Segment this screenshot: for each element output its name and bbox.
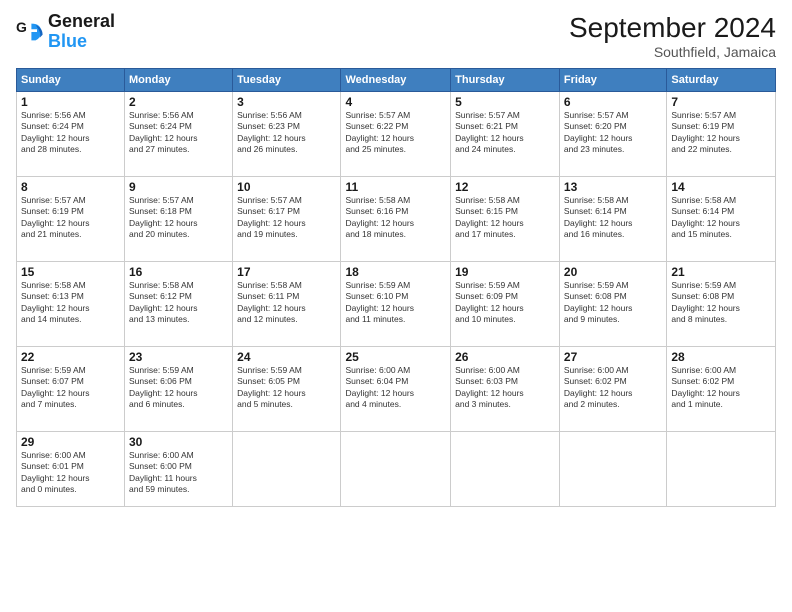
day-12: 12 Sunrise: 5:58 AMSunset: 6:15 PMDaylig…: [451, 177, 560, 262]
day-15: 15 Sunrise: 5:58 AMSunset: 6:13 PMDaylig…: [17, 262, 125, 347]
empty-cell-5: [667, 432, 776, 507]
day-28: 28 Sunrise: 6:00 AMSunset: 6:02 PMDaylig…: [667, 347, 776, 432]
day-24: 24 Sunrise: 5:59 AMSunset: 6:05 PMDaylig…: [233, 347, 341, 432]
day-2: 2 Sunrise: 5:56 AMSunset: 6:24 PMDayligh…: [125, 92, 233, 177]
week-row-5: 29 Sunrise: 6:00 AMSunset: 6:01 PMDaylig…: [17, 432, 776, 507]
week-row-1: 1 Sunrise: 5:56 AMSunset: 6:24 PMDayligh…: [17, 92, 776, 177]
col-thursday: Thursday: [451, 69, 560, 92]
day-23: 23 Sunrise: 5:59 AMSunset: 6:06 PMDaylig…: [125, 347, 233, 432]
day-22: 22 Sunrise: 5:59 AMSunset: 6:07 PMDaylig…: [17, 347, 125, 432]
title-block: September 2024 Southfield, Jamaica: [569, 12, 776, 60]
day-14: 14 Sunrise: 5:58 AMSunset: 6:14 PMDaylig…: [667, 177, 776, 262]
col-tuesday: Tuesday: [233, 69, 341, 92]
day-1: 1 Sunrise: 5:56 AMSunset: 6:24 PMDayligh…: [17, 92, 125, 177]
page: G General Blue September 2024 Southfield…: [0, 0, 792, 612]
col-wednesday: Wednesday: [341, 69, 451, 92]
day-8: 8 Sunrise: 5:57 AMSunset: 6:19 PMDayligh…: [17, 177, 125, 262]
col-sunday: Sunday: [17, 69, 125, 92]
day-20: 20 Sunrise: 5:59 AMSunset: 6:08 PMDaylig…: [559, 262, 666, 347]
day-27: 27 Sunrise: 6:00 AMSunset: 6:02 PMDaylig…: [559, 347, 666, 432]
week-row-4: 22 Sunrise: 5:59 AMSunset: 6:07 PMDaylig…: [17, 347, 776, 432]
day-6: 6 Sunrise: 5:57 AMSunset: 6:20 PMDayligh…: [559, 92, 666, 177]
day-3: 3 Sunrise: 5:56 AMSunset: 6:23 PMDayligh…: [233, 92, 341, 177]
svg-text:G: G: [16, 19, 27, 35]
day-4: 4 Sunrise: 5:57 AMSunset: 6:22 PMDayligh…: [341, 92, 451, 177]
empty-cell-2: [341, 432, 451, 507]
day-11: 11 Sunrise: 5:58 AMSunset: 6:16 PMDaylig…: [341, 177, 451, 262]
day-16: 16 Sunrise: 5:58 AMSunset: 6:12 PMDaylig…: [125, 262, 233, 347]
col-monday: Monday: [125, 69, 233, 92]
col-saturday: Saturday: [667, 69, 776, 92]
day-29: 29 Sunrise: 6:00 AMSunset: 6:01 PMDaylig…: [17, 432, 125, 507]
day-18: 18 Sunrise: 5:59 AMSunset: 6:10 PMDaylig…: [341, 262, 451, 347]
day-26: 26 Sunrise: 6:00 AMSunset: 6:03 PMDaylig…: [451, 347, 560, 432]
empty-cell-1: [233, 432, 341, 507]
logo: G General Blue: [16, 12, 115, 52]
day-17: 17 Sunrise: 5:58 AMSunset: 6:11 PMDaylig…: [233, 262, 341, 347]
day-10: 10 Sunrise: 5:57 AMSunset: 6:17 PMDaylig…: [233, 177, 341, 262]
subtitle: Southfield, Jamaica: [569, 44, 776, 60]
calendar: Sunday Monday Tuesday Wednesday Thursday…: [16, 68, 776, 507]
calendar-header-row: Sunday Monday Tuesday Wednesday Thursday…: [17, 69, 776, 92]
empty-cell-4: [559, 432, 666, 507]
week-row-2: 8 Sunrise: 5:57 AMSunset: 6:19 PMDayligh…: [17, 177, 776, 262]
col-friday: Friday: [559, 69, 666, 92]
day-9: 9 Sunrise: 5:57 AMSunset: 6:18 PMDayligh…: [125, 177, 233, 262]
day-21: 21 Sunrise: 5:59 AMSunset: 6:08 PMDaylig…: [667, 262, 776, 347]
day-13: 13 Sunrise: 5:58 AMSunset: 6:14 PMDaylig…: [559, 177, 666, 262]
empty-cell-3: [451, 432, 560, 507]
logo-text: General Blue: [48, 12, 115, 52]
day-30: 30 Sunrise: 6:00 AMSunset: 6:00 PMDaylig…: [125, 432, 233, 507]
day-25: 25 Sunrise: 6:00 AMSunset: 6:04 PMDaylig…: [341, 347, 451, 432]
day-19: 19 Sunrise: 5:59 AMSunset: 6:09 PMDaylig…: [451, 262, 560, 347]
month-title: September 2024: [569, 12, 776, 44]
week-row-3: 15 Sunrise: 5:58 AMSunset: 6:13 PMDaylig…: [17, 262, 776, 347]
logo-icon: G: [16, 18, 44, 46]
day-7: 7 Sunrise: 5:57 AMSunset: 6:19 PMDayligh…: [667, 92, 776, 177]
day-5: 5 Sunrise: 5:57 AMSunset: 6:21 PMDayligh…: [451, 92, 560, 177]
header: G General Blue September 2024 Southfield…: [16, 12, 776, 60]
